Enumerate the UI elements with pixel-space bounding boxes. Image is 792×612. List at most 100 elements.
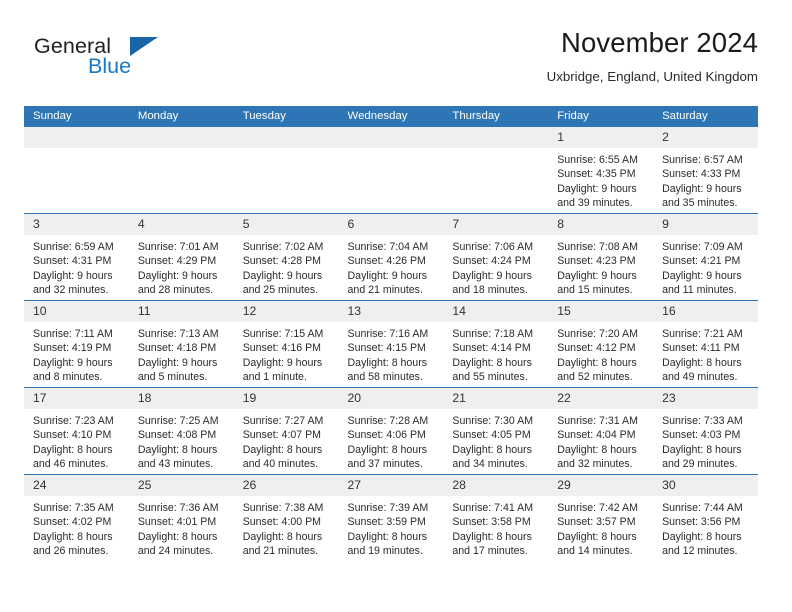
sunrise-time: Sunrise: 7:13 AM [137, 328, 219, 340]
calendar-day-cell[interactable]: 3 Sunrise: 6:59 AM Sunset: 4:31 PM Daylight… [24, 213, 129, 301]
day-number [24, 127, 129, 148]
calendar-day-cell[interactable]: 20 Sunrise: 7:28 AM Sunset: 4:06 PM Dayligh… [338, 387, 444, 475]
calendar-day-cell[interactable]: 24 Sunrise: 7:35 AM Sunset: 4:02 PM Dayligh… [24, 474, 129, 561]
day-details: Sunrise: 6:57 AM Sunset: 4:33 PM Daylight:… [653, 148, 758, 210]
sunrise-time: Sunrise: 7:11 AM [33, 328, 113, 340]
sunrise-time: Sunrise: 7:21 AM [662, 328, 743, 340]
general-blue-logo[interactable]: General Blue [34, 34, 164, 82]
daylight-duration-line2: and 24 minutes. [137, 544, 214, 557]
calendar-day-cell[interactable]: 22 Sunrise: 7:31 AM Sunset: 4:04 PM Dayligh… [548, 387, 654, 475]
daylight-duration-line1: Daylight: 8 hours [347, 356, 428, 369]
calendar-day-cell[interactable]: 26 Sunrise: 7:38 AM Sunset: 4:00 PM Dayligh… [233, 474, 339, 561]
calendar-day-cell[interactable]: 8 Sunrise: 7:08 AM Sunset: 4:23 PM Daylight… [548, 213, 654, 301]
daylight-duration-line2: and 21 minutes. [347, 283, 423, 296]
day-details: Sunrise: 7:35 AM Sunset: 4:02 PM Daylight:… [24, 496, 129, 558]
calendar-day-cell[interactable]: 14 Sunrise: 7:18 AM Sunset: 4:14 PM Dayligh… [443, 300, 549, 388]
day-number: 3 [24, 214, 129, 235]
sunrise-time: Sunrise: 7:41 AM [452, 502, 534, 514]
calendar-day-cell[interactable]: 18 Sunrise: 7:25 AM Sunset: 4:08 PM Dayligh… [128, 387, 234, 475]
calendar-day-cell[interactable]: 25 Sunrise: 7:36 AM Sunset: 4:01 PM Dayligh… [128, 474, 234, 561]
calendar-day-cell[interactable]: 23 Sunrise: 7:33 AM Sunset: 4:03 PM Dayligh… [653, 387, 758, 475]
day-details: Sunrise: 7:01 AM Sunset: 4:29 PM Daylight:… [129, 235, 234, 297]
daylight-duration-line1: Daylight: 9 hours [347, 269, 428, 282]
day-number: 11 [128, 301, 234, 322]
day-details: Sunrise: 7:16 AM Sunset: 4:15 PM Daylight:… [339, 322, 444, 384]
daylight-duration-line1: Daylight: 9 hours [662, 269, 742, 282]
day-number: 21 [443, 388, 549, 409]
calendar-day-cell[interactable]: 27 Sunrise: 7:39 AM Sunset: 3:59 PM Dayligh… [338, 474, 444, 561]
daylight-duration-line2: and 11 minutes. [662, 283, 737, 296]
sunrise-time: Sunrise: 7:42 AM [557, 502, 638, 514]
calendar-day-cell[interactable]: 29 Sunrise: 7:42 AM Sunset: 3:57 PM Dayligh… [548, 474, 654, 561]
sunrise-time: Sunrise: 7:06 AM [452, 241, 534, 253]
daylight-duration-line1: Daylight: 8 hours [347, 530, 428, 543]
calendar-day-cell[interactable]: 5 Sunrise: 7:02 AM Sunset: 4:28 PM Daylight… [233, 213, 339, 301]
daylight-duration-line2: and 46 minutes. [33, 457, 109, 470]
daylight-duration-line2: and 21 minutes. [242, 544, 319, 557]
calendar-week-row: 24 Sunrise: 7:35 AM Sunset: 4:02 PM Dayligh… [24, 474, 758, 561]
daylight-duration-line1: Daylight: 9 hours [242, 269, 323, 282]
daylight-duration-line1: Daylight: 8 hours [137, 443, 218, 456]
calendar-day-cell[interactable]: 15 Sunrise: 7:20 AM Sunset: 4:12 PM Dayligh… [548, 300, 654, 388]
day-number [128, 127, 234, 148]
calendar-day-cell[interactable]: 21 Sunrise: 7:30 AM Sunset: 4:05 PM Dayligh… [443, 387, 549, 475]
calendar-day-cell[interactable]: 16 Sunrise: 7:21 AM Sunset: 4:11 PM Dayligh… [653, 300, 758, 388]
day-details: Sunrise: 7:41 AM Sunset: 3:58 PM Daylight:… [443, 496, 548, 558]
daylight-duration-line1: Daylight: 8 hours [33, 530, 113, 543]
logo-triangle-icon [130, 37, 158, 56]
day-details: Sunrise: 7:38 AM Sunset: 4:00 PM Daylight:… [234, 496, 339, 558]
weekday-header-thursday: Thursday [443, 106, 549, 127]
calendar-day-cell[interactable]: 10 Sunrise: 7:11 AM Sunset: 4:19 PM Dayligh… [24, 300, 129, 388]
day-number: 13 [338, 301, 444, 322]
daylight-duration-line2: and 15 minutes. [557, 283, 633, 296]
day-details: Sunrise: 7:23 AM Sunset: 4:10 PM Daylight:… [24, 409, 129, 471]
daylight-duration-line1: Daylight: 8 hours [33, 443, 113, 456]
calendar-day-cell[interactable]: 2 Sunrise: 6:57 AM Sunset: 4:33 PM Daylight… [653, 127, 758, 214]
sunrise-time: Sunrise: 7:09 AM [662, 241, 743, 253]
calendar-day-cell[interactable]: 12 Sunrise: 7:15 AM Sunset: 4:16 PM Dayligh… [233, 300, 339, 388]
sunset-time: Sunset: 3:57 PM [557, 516, 636, 529]
sunset-time: Sunset: 4:08 PM [137, 429, 217, 442]
sunrise-time: Sunrise: 7:44 AM [662, 502, 743, 514]
day-details: Sunrise: 7:30 AM Sunset: 4:05 PM Daylight:… [443, 409, 548, 471]
calendar-day-cell[interactable]: 13 Sunrise: 7:16 AM Sunset: 4:15 PM Dayligh… [338, 300, 444, 388]
daylight-duration-line2: and 8 minutes. [33, 370, 103, 383]
day-details: Sunrise: 7:42 AM Sunset: 3:57 PM Daylight:… [548, 496, 653, 558]
daylight-duration-line2: and 43 minutes. [137, 457, 214, 470]
daylight-duration-line1: Daylight: 9 hours [662, 182, 742, 195]
sunset-time: Sunset: 4:01 PM [137, 516, 217, 529]
calendar-day-cell[interactable]: 7 Sunrise: 7:06 AM Sunset: 4:24 PM Daylight… [443, 213, 549, 301]
sunset-time: Sunset: 4:00 PM [242, 516, 322, 529]
calendar-day-cell[interactable]: 30 Sunrise: 7:44 AM Sunset: 3:56 PM Dayligh… [653, 474, 758, 561]
calendar-page: General Blue November 2024 Uxbridge, Eng… [0, 0, 792, 612]
day-number: 9 [653, 214, 758, 235]
calendar-day-cell[interactable]: 19 Sunrise: 7:27 AM Sunset: 4:07 PM Dayligh… [233, 387, 339, 475]
location-subtitle: Uxbridge, England, United Kingdom [546, 69, 758, 84]
day-details: Sunrise: 7:39 AM Sunset: 3:59 PM Daylight:… [339, 496, 444, 558]
calendar-day-cell-empty [338, 127, 444, 214]
daylight-duration-line2: and 52 minutes. [557, 370, 633, 383]
day-number: 10 [24, 301, 129, 322]
calendar-day-cell[interactable]: 9 Sunrise: 7:09 AM Sunset: 4:21 PM Daylight… [653, 213, 758, 301]
calendar-day-cell[interactable]: 11 Sunrise: 7:13 AM Sunset: 4:18 PM Dayligh… [128, 300, 234, 388]
daylight-duration-line2: and 58 minutes. [347, 370, 423, 383]
daylight-duration-line2: and 37 minutes. [347, 457, 423, 470]
calendar-day-cell[interactable]: 17 Sunrise: 7:23 AM Sunset: 4:10 PM Dayligh… [24, 387, 129, 475]
sunset-time: Sunset: 4:35 PM [557, 168, 636, 181]
calendar-day-cell[interactable]: 4 Sunrise: 7:01 AM Sunset: 4:29 PM Daylight… [128, 213, 234, 301]
sunrise-time: Sunrise: 7:18 AM [452, 328, 534, 340]
day-details: Sunrise: 7:31 AM Sunset: 4:04 PM Daylight:… [548, 409, 653, 471]
day-details: Sunrise: 7:09 AM Sunset: 4:21 PM Daylight:… [653, 235, 758, 297]
sunset-time: Sunset: 4:31 PM [33, 255, 112, 268]
day-number: 5 [233, 214, 339, 235]
daylight-duration-line1: Daylight: 9 hours [33, 356, 113, 369]
calendar-day-cell[interactable]: 28 Sunrise: 7:41 AM Sunset: 3:58 PM Dayligh… [443, 474, 549, 561]
calendar-day-cell[interactable]: 1 Sunrise: 6:55 AM Sunset: 4:35 PM Daylight… [548, 127, 654, 214]
calendar-day-cell[interactable]: 6 Sunrise: 7:04 AM Sunset: 4:26 PM Daylight… [338, 213, 444, 301]
daylight-duration-line2: and 40 minutes. [242, 457, 319, 470]
daylight-duration-line1: Daylight: 9 hours [137, 269, 218, 282]
day-details: Sunrise: 7:27 AM Sunset: 4:07 PM Daylight:… [234, 409, 339, 471]
daylight-duration-line1: Daylight: 8 hours [662, 443, 742, 456]
day-details: Sunrise: 7:44 AM Sunset: 3:56 PM Daylight:… [653, 496, 758, 558]
sunset-time: Sunset: 4:12 PM [557, 342, 636, 355]
